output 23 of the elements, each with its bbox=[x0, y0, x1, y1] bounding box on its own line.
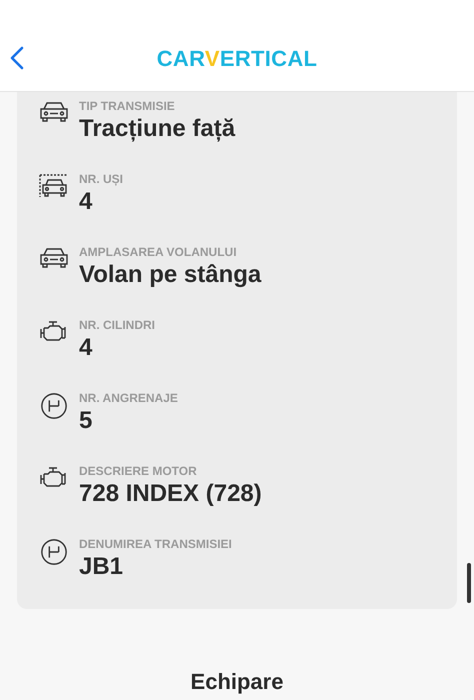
carvertical-logo: CARVERTICAL bbox=[156, 46, 318, 72]
spec-label: TIP TRANSMISIE bbox=[79, 98, 176, 114]
spec-label: NR. UȘI bbox=[79, 171, 124, 187]
spec-value: 4 bbox=[79, 187, 94, 217]
section-title: Echipare bbox=[190, 669, 284, 695]
gear-shift-icon bbox=[39, 538, 69, 566]
back-icon[interactable] bbox=[10, 46, 24, 70]
spec-value: 4 bbox=[79, 333, 94, 363]
spec-value: 728 INDEX (728) bbox=[79, 479, 262, 509]
gear-shift-icon bbox=[39, 392, 69, 420]
spec-value: 5 bbox=[79, 406, 94, 436]
spec-value: Volan pe stânga bbox=[79, 260, 262, 290]
spec-value: Tracțiune față bbox=[79, 114, 236, 144]
scrollbar bbox=[467, 563, 471, 603]
spec-label: DESCRIERE MOTOR bbox=[79, 463, 198, 479]
spec-label: AMPLASAREA VOLANULUI bbox=[79, 244, 238, 260]
car-icon bbox=[39, 246, 69, 270]
spec-value: JB1 bbox=[79, 552, 124, 582]
car-doors-icon bbox=[39, 173, 69, 199]
car-icon bbox=[39, 100, 69, 124]
spec-label: NR. ANGRENAJE bbox=[79, 390, 178, 406]
spec-label: DENUMIREA TRANSMISIEI bbox=[79, 536, 232, 552]
spec-label: NR. CILINDRI bbox=[79, 317, 155, 333]
